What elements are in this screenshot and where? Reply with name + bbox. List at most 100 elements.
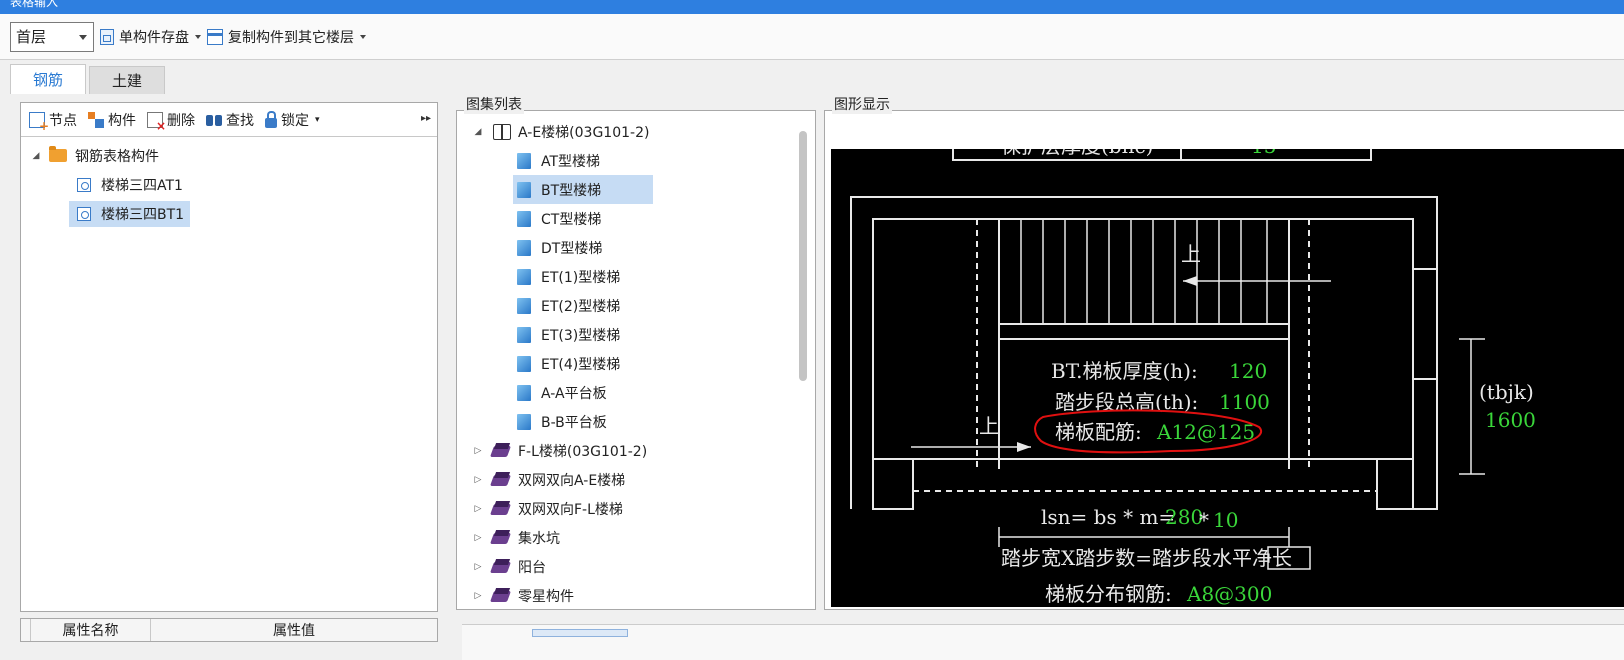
property-name-header[interactable]: 属性名称 <box>31 619 151 641</box>
atlas-item-label: ET(2)型楼梯 <box>541 298 621 315</box>
find-button[interactable]: 查找 <box>206 110 254 130</box>
collapse-triangle-icon[interactable]: ◢ <box>31 151 41 161</box>
rebar-label: 梯板配筋: <box>1055 420 1142 444</box>
template-page-icon <box>517 268 531 285</box>
graphic-display-panel: 保护层厚度(bhc) 15 上 上 BT.梯板厚度(h): 120 踏步段总高(… <box>824 110 1624 610</box>
property-table-header: 属性名称 属性值 <box>20 618 438 642</box>
stair-drawing: 保护层厚度(bhc) 15 上 上 BT.梯板厚度(h): 120 踏步段总高(… <box>850 149 1536 606</box>
expand-triangle-icon[interactable]: ▷ <box>473 446 483 456</box>
right-notch <box>1413 268 1438 380</box>
atlas-group-expanded[interactable]: ◢ A-E楼梯(03G101-2) <box>457 117 793 146</box>
bottom-tab-strip <box>462 624 1624 660</box>
atlas-item[interactable]: AT型楼梯 <box>457 146 793 175</box>
tab-civil[interactable]: 土建 <box>89 66 166 94</box>
overflow-arrows-icon[interactable]: ▸▸ <box>421 113 431 124</box>
save-component-button[interactable]: 单构件存盘 <box>100 22 201 52</box>
width-label: (tbjk) <box>1479 380 1534 404</box>
expand-triangle-icon[interactable]: ▷ <box>473 562 483 572</box>
atlas-item[interactable]: B-B平台板 <box>457 407 793 436</box>
atlas-group-collapsed[interactable]: ▷ 阳台 <box>457 552 793 581</box>
atlas-group-collapsed[interactable]: ▷ 零星构件 <box>457 581 793 609</box>
atlas-item[interactable]: ET(2)型楼梯 <box>457 291 793 320</box>
expand-triangle-icon[interactable]: ▷ <box>473 475 483 485</box>
lock-button[interactable]: 锁定 ▾ <box>265 110 320 130</box>
save-disk-icon <box>100 28 114 45</box>
atlas-item[interactable]: CT型楼梯 <box>457 204 793 233</box>
bottom-tab-active[interactable] <box>532 629 628 637</box>
add-component-icon <box>88 111 104 128</box>
tree-root[interactable]: ◢ 钢筋表格构件 <box>21 141 437 170</box>
floor-select[interactable]: 首层 <box>10 21 94 52</box>
tree-item-selected[interactable]: 楼梯三四BT1 <box>21 199 437 228</box>
closed-book-icon <box>491 472 511 488</box>
component-icon <box>77 206 91 221</box>
flight-height-value: 1100 <box>1219 390 1270 414</box>
atlas-list-panel: ◢ A-E楼梯(03G101-2) AT型楼梯 BT型楼梯 CT型楼梯 DT型楼… <box>456 110 816 610</box>
dropdown-arrow-icon[interactable] <box>195 34 201 39</box>
tab-rebar-label: 钢筋 <box>33 71 64 89</box>
atlas-item-label: ET(1)型楼梯 <box>541 269 621 286</box>
scrollbar-thumb[interactable] <box>799 131 807 381</box>
stair-drawing-canvas[interactable]: 保护层厚度(bhc) 15 上 上 BT.梯板厚度(h): 120 踏步段总高(… <box>831 149 1624 607</box>
atlas-item[interactable]: DT型楼梯 <box>457 233 793 262</box>
atlas-group-label: 集水坑 <box>518 530 560 547</box>
atlas-group-label: 双网双向F-L楼梯 <box>518 501 623 518</box>
thickness-value: 120 <box>1229 359 1267 383</box>
tab-rebar[interactable]: 钢筋 <box>10 64 87 94</box>
add-node-icon <box>29 111 49 133</box>
dropdown-arrow-icon[interactable] <box>360 34 366 39</box>
template-page-icon <box>517 297 531 314</box>
delete-label: 删除 <box>167 112 195 129</box>
expand-triangle-icon[interactable]: ▷ <box>473 533 483 543</box>
copy-to-floor-button[interactable]: 复制构件到其它楼层 <box>207 22 366 52</box>
template-page-icon <box>517 181 531 198</box>
atlas-item-selected[interactable]: BT型楼梯 <box>457 175 793 204</box>
closed-book-icon <box>491 443 511 459</box>
expand-triangle-icon[interactable]: ▷ <box>473 591 483 601</box>
folder-icon <box>49 146 67 162</box>
tree-item-label: 楼梯三四AT1 <box>101 177 183 194</box>
lsn-times: * <box>1199 508 1209 532</box>
closed-book-icon <box>491 501 511 517</box>
top-cut-value: 15 <box>1251 149 1276 158</box>
template-page-icon <box>517 152 531 169</box>
window-title: 表格输入 <box>10 0 59 9</box>
atlas-item[interactable]: ET(1)型楼梯 <box>457 262 793 291</box>
delete-button[interactable]: 删除 <box>147 110 195 133</box>
atlas-group-collapsed[interactable]: ▷ 集水坑 <box>457 523 793 552</box>
tree-toolbar: 节点 构件 删除 查找 锁定 ▾ ▸▸ <box>21 103 437 137</box>
lsn-step-count: 10 <box>1213 508 1238 532</box>
atlas-group-collapsed[interactable]: ▷ 双网双向A-E楼梯 <box>457 465 793 494</box>
collapse-triangle-icon[interactable]: ◢ <box>473 127 483 137</box>
distribution-label: 梯板分布钢筋: <box>1045 582 1172 606</box>
add-node-button[interactable]: 节点 <box>29 110 77 133</box>
bottom-arrow-head-icon <box>1017 442 1031 452</box>
template-page-icon <box>517 355 531 372</box>
selection-highlight: 楼梯三四BT1 <box>69 200 191 227</box>
atlas-group-collapsed[interactable]: ▷ F-L楼梯(03G101-2) <box>457 436 793 465</box>
property-value-header[interactable]: 属性值 <box>151 619 437 641</box>
row-header-cell <box>21 619 31 641</box>
atlas-item[interactable]: ET(4)型楼梯 <box>457 349 793 378</box>
atlas-group-collapsed[interactable]: ▷ 双网双向F-L楼梯 <box>457 494 793 523</box>
add-component-button[interactable]: 构件 <box>88 110 136 130</box>
atlas-item[interactable]: ET(3)型楼梯 <box>457 320 793 349</box>
distribution-value: A8@300 <box>1186 582 1272 606</box>
formula-text: 踏步宽X踏步数=踏步段水平净长 <box>1001 546 1292 570</box>
floor-select-value: 首层 <box>16 28 47 46</box>
right-landing-foot <box>1376 458 1414 510</box>
tree-item[interactable]: 楼梯三四AT1 <box>21 170 437 199</box>
atlas-group-label: A-E楼梯(03G101-2) <box>518 124 650 141</box>
atlas-item-label: ET(4)型楼梯 <box>541 356 621 373</box>
lsn-label: lsn= bs * m= <box>1041 505 1175 529</box>
atlas-item-label: ET(3)型楼梯 <box>541 327 621 344</box>
template-page-icon <box>517 239 531 256</box>
expand-triangle-icon[interactable]: ▷ <box>473 504 483 514</box>
atlas-scrollbar[interactable] <box>797 131 809 591</box>
atlas-item[interactable]: A-A平台板 <box>457 378 793 407</box>
tab-civil-label: 土建 <box>112 72 143 90</box>
atlas-item-label: CT型楼梯 <box>541 211 602 228</box>
left-landing-foot <box>872 458 914 510</box>
lsn-step-width: 280 <box>1165 505 1203 529</box>
open-book-icon <box>493 123 511 140</box>
